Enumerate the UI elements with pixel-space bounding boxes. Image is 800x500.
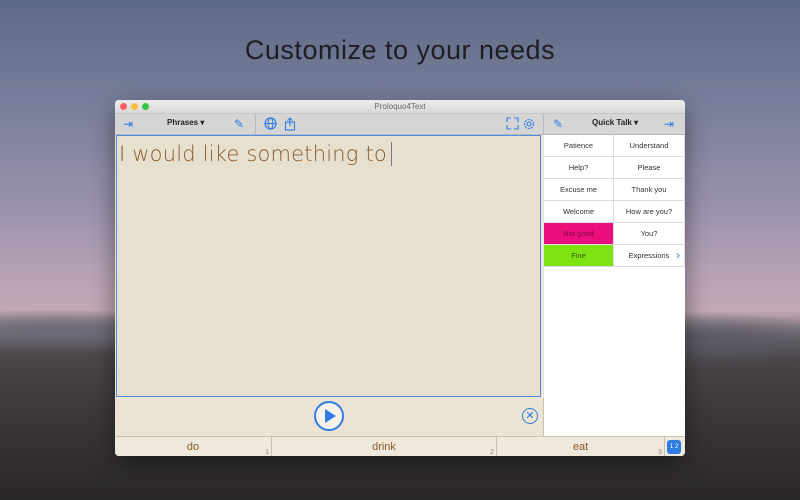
gear-icon[interactable] xyxy=(522,117,536,134)
quick-talk-item[interactable]: Welcome xyxy=(544,201,614,223)
toolbar-divider xyxy=(543,114,544,134)
minimize-window-button[interactable] xyxy=(131,103,138,110)
expand-icon[interactable] xyxy=(506,117,519,133)
quick-talk-item[interactable]: Help? xyxy=(544,157,614,179)
prediction-item[interactable]: drink 2 xyxy=(272,437,497,456)
speech-controls: ✕ xyxy=(115,398,544,436)
editor-text-line: I would like something to xyxy=(119,142,392,166)
close-circle-icon[interactable]: ✕ xyxy=(522,408,538,424)
close-window-button[interactable] xyxy=(120,103,127,110)
prediction-number: 3 xyxy=(658,449,662,456)
phrases-menu[interactable]: Phrases ▾ xyxy=(167,118,204,127)
prediction-item[interactable]: eat 3 xyxy=(497,437,665,456)
chevron-right-icon: › xyxy=(676,248,680,262)
edit-phrases-pencil-icon[interactable]: ✎ xyxy=(234,117,244,131)
prediction-word: drink xyxy=(372,441,396,453)
prediction-numbers-badge-icon[interactable]: 1 2 xyxy=(667,440,681,454)
prediction-word: eat xyxy=(572,441,589,453)
expressions-label: Expressions xyxy=(628,251,670,260)
toolbar: ⇥ Phrases ▾ ✎ ✎ Quick Talk ▾ ⇥ xyxy=(115,114,685,135)
toolbar-divider xyxy=(255,114,256,134)
quick-talk-menu[interactable]: Quick Talk ▾ xyxy=(592,118,638,127)
prediction-options: 1 2 xyxy=(665,437,685,456)
quick-talk-item[interactable]: Understand xyxy=(614,135,685,157)
quick-talk-item-fine[interactable]: Fine xyxy=(544,245,614,267)
collapse-left-icon[interactable]: ⇥ xyxy=(123,117,133,131)
word-prediction-bar: do 1 drink 2 eat 3 1 2 xyxy=(115,436,685,456)
app-window: Proloquo4Text ⇥ Phrases ▾ ✎ ✎ Quick Talk… xyxy=(115,100,685,456)
prediction-item[interactable]: do 1 xyxy=(115,437,272,456)
quick-talk-item[interactable]: Patience xyxy=(544,135,614,157)
window-controls xyxy=(120,103,149,110)
title-bar: Proloquo4Text xyxy=(115,100,685,114)
quick-talk-panel: Patience Understand Help? Please Excuse … xyxy=(544,135,685,436)
quick-talk-item[interactable]: Excuse me xyxy=(544,179,614,201)
text-editor[interactable]: I would like something to xyxy=(116,135,541,397)
prediction-number: 1 xyxy=(265,449,269,456)
window-title: Proloquo4Text xyxy=(374,102,426,111)
quick-talk-item[interactable]: You? xyxy=(614,223,685,245)
zoom-window-button[interactable] xyxy=(142,103,149,110)
play-icon[interactable] xyxy=(314,401,344,431)
headline: Customize to your needs xyxy=(244,35,556,65)
prediction-number: 2 xyxy=(490,449,494,456)
globe-icon[interactable] xyxy=(264,117,277,133)
prediction-word: do xyxy=(186,441,200,453)
edit-quick-talk-pencil-icon[interactable]: ✎ xyxy=(553,117,563,131)
quick-talk-item[interactable]: How are you? xyxy=(614,201,685,223)
editor-text: I would like something to xyxy=(119,142,387,166)
quick-talk-item[interactable]: Please xyxy=(614,157,685,179)
text-caret xyxy=(390,142,392,166)
quick-talk-item[interactable]: Thank you xyxy=(614,179,685,201)
share-icon[interactable] xyxy=(284,117,296,134)
quick-talk-folder-expressions[interactable]: Expressions › xyxy=(614,245,685,267)
collapse-right-icon[interactable]: ⇥ xyxy=(664,117,674,131)
quick-talk-item-not-good[interactable]: Not good xyxy=(544,223,614,245)
quick-talk-grid: Patience Understand Help? Please Excuse … xyxy=(544,135,685,267)
